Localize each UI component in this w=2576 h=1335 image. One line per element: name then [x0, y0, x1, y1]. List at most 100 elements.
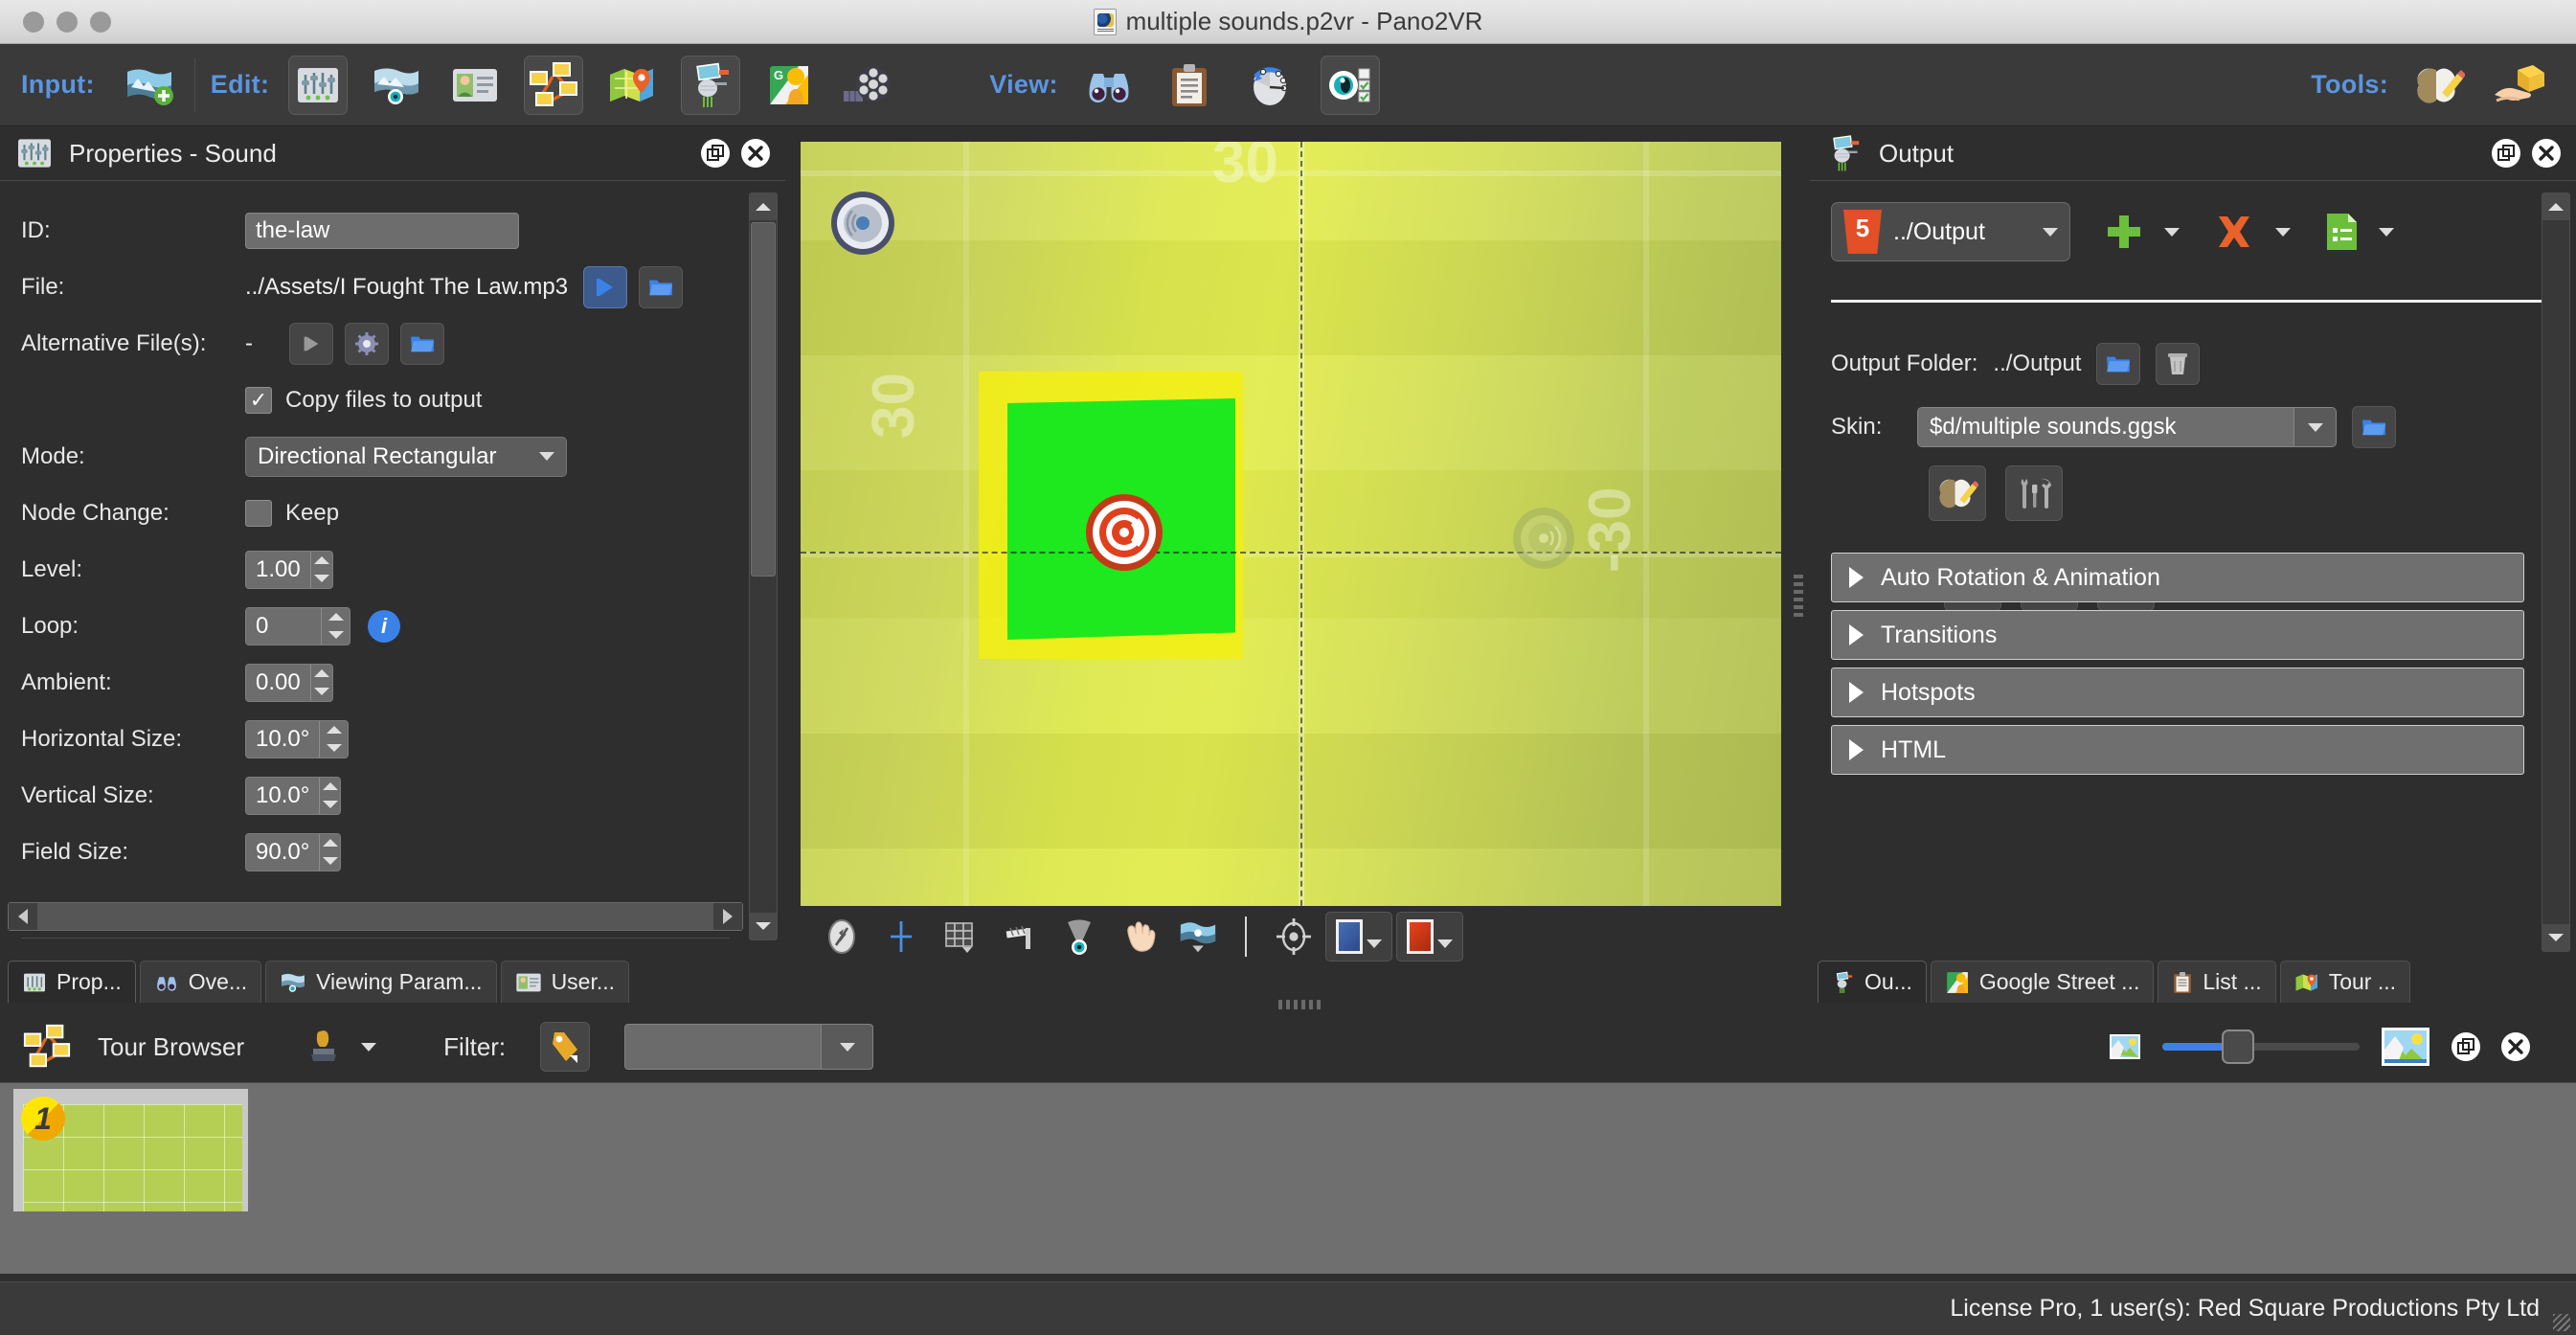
output-vertical-scrollbar[interactable]	[2542, 192, 2570, 952]
edit-google-street-view-button[interactable]: G	[759, 56, 819, 115]
skin-edit-button[interactable]	[1929, 465, 1986, 521]
mode-select[interactable]: Directional Rectangular	[245, 436, 567, 477]
alt-settings-button[interactable]	[345, 322, 389, 365]
scroll-right-button[interactable]	[713, 903, 742, 930]
close-panel-icon[interactable]	[741, 139, 770, 168]
edit-properties-button[interactable]	[288, 55, 349, 115]
edit-user-data-button[interactable]	[445, 56, 505, 115]
scroll-down-button[interactable]	[750, 913, 777, 939]
edit-map-button[interactable]	[602, 56, 662, 115]
canvas-panorama-view-button[interactable]	[1170, 912, 1226, 962]
scroll-down-button[interactable]	[2542, 924, 2569, 951]
canvas-pan-button[interactable]	[1111, 912, 1166, 962]
panel-resize-grip-left[interactable]	[1794, 575, 1803, 617]
add-output-button[interactable]	[2103, 211, 2180, 253]
view-list-button[interactable]	[1160, 56, 1219, 115]
horizontal-size-stepper-arrows[interactable]	[319, 720, 348, 758]
skin-select[interactable]: $d/multiple sounds.ggsk	[1917, 407, 2337, 447]
close-panel-icon[interactable]	[2501, 1032, 2530, 1061]
thumbnail-size-slider[interactable]	[2162, 1030, 2360, 1064]
skin-dropdown-button[interactable]	[2294, 408, 2336, 446]
filter-select[interactable]	[624, 1024, 874, 1070]
section-auto-rotation[interactable]: Auto Rotation & Animation	[1831, 553, 2524, 602]
view-states-button[interactable]	[1320, 55, 1380, 115]
tools-skin-editor-button[interactable]	[2409, 56, 2469, 115]
edit-patch-button[interactable]	[367, 56, 426, 115]
browse-file-button[interactable]	[639, 265, 684, 308]
scroll-up-button[interactable]	[2542, 193, 2569, 220]
close-panel-icon[interactable]	[2532, 139, 2561, 168]
properties-vertical-scrollbar[interactable]	[749, 192, 778, 940]
canvas-compass-button[interactable]	[814, 912, 870, 962]
level-stepper[interactable]: 1.00	[245, 550, 333, 589]
tab-google-street-view[interactable]: Google Street ...	[1930, 961, 2155, 1003]
tab-output[interactable]: Ou...	[1818, 961, 1927, 1003]
canvas-horizon-button[interactable]	[992, 912, 1048, 962]
field-size-stepper-arrows[interactable]	[319, 833, 340, 871]
sound-hotspot-speaker[interactable]	[829, 190, 896, 263]
canvas-grid-button[interactable]	[933, 912, 988, 962]
filter-tag-button[interactable]	[540, 1022, 591, 1072]
tour-node-list[interactable]: 1	[0, 1082, 2576, 1274]
section-html[interactable]: HTML	[1831, 725, 2524, 775]
canvas-red-swatch-button[interactable]	[1396, 912, 1463, 962]
scrollbar-thumb[interactable]	[751, 222, 776, 577]
float-panel-icon[interactable]	[2452, 1032, 2480, 1061]
sound-hotspot-selected[interactable]	[1084, 492, 1164, 579]
tab-user-data[interactable]: User...	[500, 961, 630, 1003]
loop-stepper-arrows[interactable]	[321, 607, 350, 645]
loop-info-icon[interactable]: i	[368, 609, 400, 643]
list-item[interactable]: 1	[13, 1089, 248, 1211]
output-preset-button[interactable]	[2323, 211, 2394, 253]
canvas-blue-swatch-button[interactable]	[1325, 912, 1392, 962]
ambient-stepper[interactable]: 0.00	[245, 663, 333, 702]
view-overview-button[interactable]	[1079, 56, 1139, 115]
id-input[interactable]: the-law	[245, 212, 519, 249]
tab-viewing-parameters[interactable]: Viewing Param...	[265, 961, 497, 1003]
copy-files-checkbox[interactable]: ✓	[245, 386, 272, 414]
scroll-left-button[interactable]	[9, 903, 37, 930]
slider-knob[interactable]	[2222, 1030, 2254, 1064]
keep-checkbox[interactable]	[245, 499, 272, 527]
float-panel-icon[interactable]	[701, 139, 730, 168]
filter-dropdown-button[interactable]	[821, 1025, 873, 1069]
vertical-size-stepper-arrows[interactable]	[319, 777, 340, 814]
resize-grip[interactable]	[2553, 1314, 2570, 1331]
add-panorama-button[interactable]	[120, 56, 179, 115]
field-size-stepper[interactable]: 90.0°	[245, 832, 341, 871]
float-panel-icon[interactable]	[2492, 139, 2520, 168]
canvas-crosshair-button[interactable]	[873, 912, 929, 962]
loop-stepper[interactable]: 0	[245, 606, 350, 645]
play-file-button[interactable]	[583, 265, 628, 308]
play-alt-button[interactable]	[289, 322, 333, 365]
panorama-viewport[interactable]: 30 30 -30 -30	[801, 142, 1781, 963]
tab-tour-map[interactable]: Tour ...	[2279, 961, 2411, 1003]
tab-list[interactable]: List ...	[2158, 961, 2276, 1003]
view-viewing-parameters-button[interactable]	[1240, 56, 1299, 115]
level-stepper-arrows[interactable]	[309, 551, 332, 588]
skin-browse-button[interactable]	[2352, 406, 2396, 448]
section-hotspots[interactable]: Hotspots	[1831, 668, 2524, 717]
edit-tour-map-button[interactable]	[524, 55, 584, 115]
horizontal-size-stepper[interactable]: 10.0°	[245, 719, 349, 758]
section-transitions[interactable]: Transitions	[1831, 610, 2524, 660]
sound-hotspot-ghost[interactable]	[1511, 506, 1576, 577]
edit-skin-button[interactable]	[681, 55, 741, 115]
ambient-stepper-arrows[interactable]	[309, 664, 332, 701]
tools-package-button[interactable]	[2490, 56, 2549, 115]
stamp-button[interactable]	[307, 1028, 377, 1066]
vertical-size-stepper[interactable]: 10.0°	[245, 776, 341, 815]
scroll-up-button[interactable]	[750, 193, 777, 220]
canvas-fov-button[interactable]	[1051, 912, 1107, 962]
skin-tools-button[interactable]	[2005, 465, 2063, 521]
browse-alt-button[interactable]	[400, 322, 444, 365]
tab-overview[interactable]: Ove...	[139, 961, 262, 1003]
canvas-resize-handle[interactable]	[1278, 1000, 1321, 1009]
output-format-select[interactable]: 5 ../Output	[1831, 202, 2070, 261]
properties-horizontal-scrollbar[interactable]	[8, 902, 743, 931]
canvas-center-button[interactable]	[1266, 912, 1322, 962]
output-folder-delete-button[interactable]	[2156, 343, 2201, 385]
tab-properties[interactable]: Prop...	[8, 961, 136, 1003]
edit-film-button[interactable]	[838, 56, 897, 115]
remove-output-button[interactable]	[2212, 211, 2291, 253]
